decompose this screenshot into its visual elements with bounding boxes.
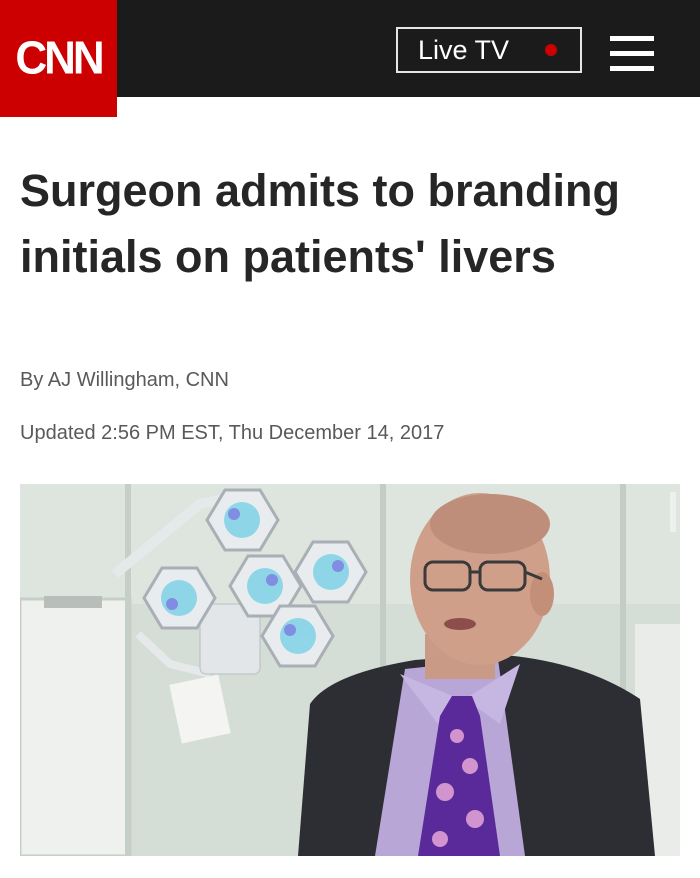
menu-bar-middle	[610, 51, 654, 56]
article-headline: Surgeon admits to branding initials on p…	[20, 165, 621, 282]
live-indicator-icon	[545, 44, 557, 56]
menu-bar-bottom	[610, 66, 654, 71]
article-photo[interactable]	[20, 484, 680, 856]
operating-room-photo	[20, 484, 680, 856]
article-byline[interactable]: By AJ Willingham, CNN	[20, 369, 229, 392]
menu-bar-top	[610, 36, 654, 41]
cnn-logo[interactable]: CNN	[0, 0, 117, 117]
menu-button[interactable]	[610, 36, 654, 72]
cnn-logo-text: CNN	[15, 32, 104, 84]
live-tv-label: Live TV	[418, 34, 510, 65]
live-tv-button[interactable]: Live TV	[396, 27, 582, 73]
article-timestamp: Updated 2:56 PM EST, Thu December 14, 20…	[20, 422, 445, 444]
